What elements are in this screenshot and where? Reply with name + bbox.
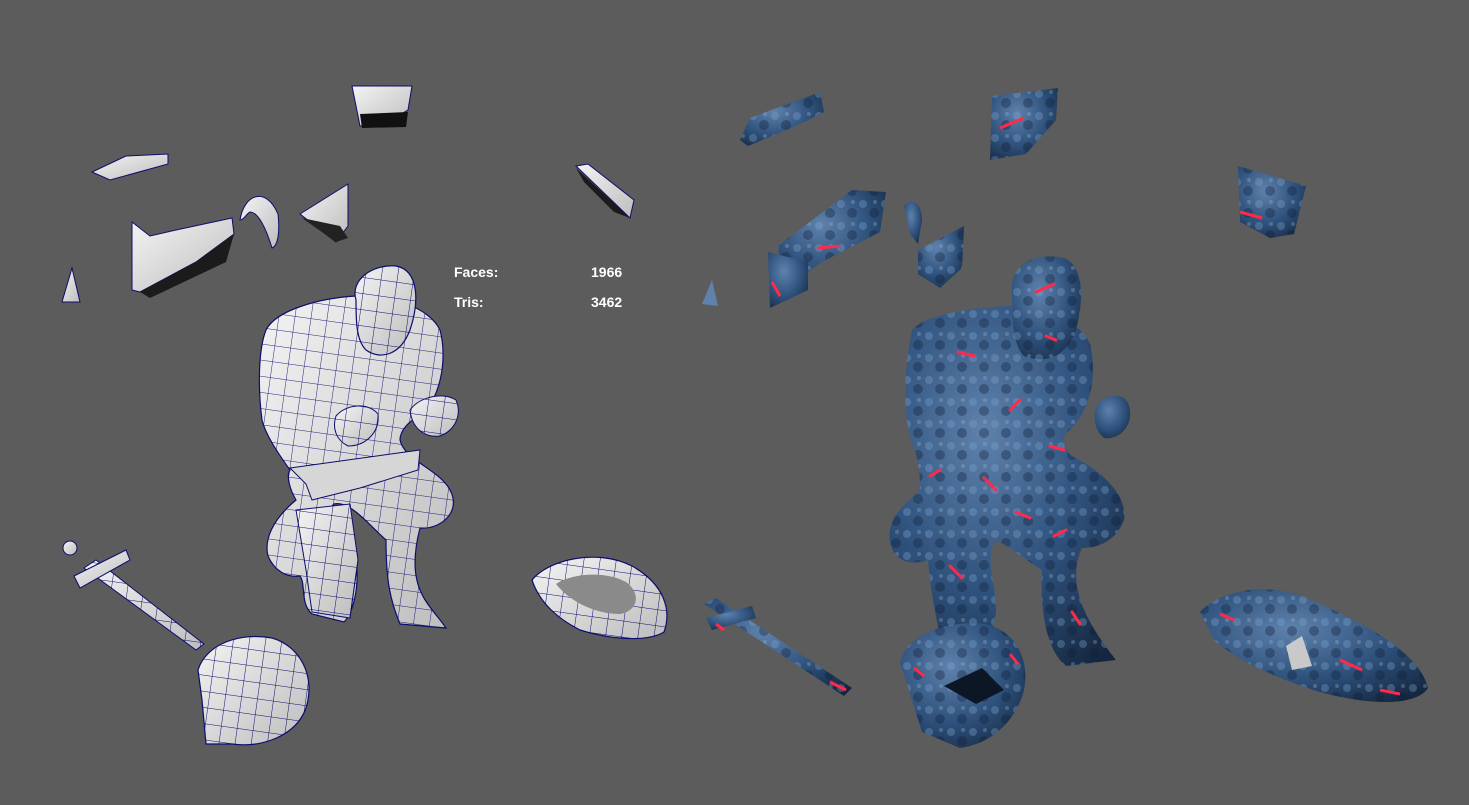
faces-label: Faces:: [454, 264, 499, 280]
faces-count: 1966: [591, 264, 623, 280]
tris-label: Tris:: [454, 294, 484, 310]
viewport-3d[interactable]: Faces: 1966 Tris: 3462: [0, 0, 1469, 805]
textured-model-view[interactable]: [0, 0, 1469, 805]
textured-shield: [1200, 589, 1428, 703]
textured-knight: [889, 256, 1131, 666]
textured-sword: [704, 598, 852, 696]
textured-helmet: [900, 623, 1026, 748]
textured-fragments: [702, 88, 1306, 308]
tris-count: 3462: [591, 294, 623, 310]
